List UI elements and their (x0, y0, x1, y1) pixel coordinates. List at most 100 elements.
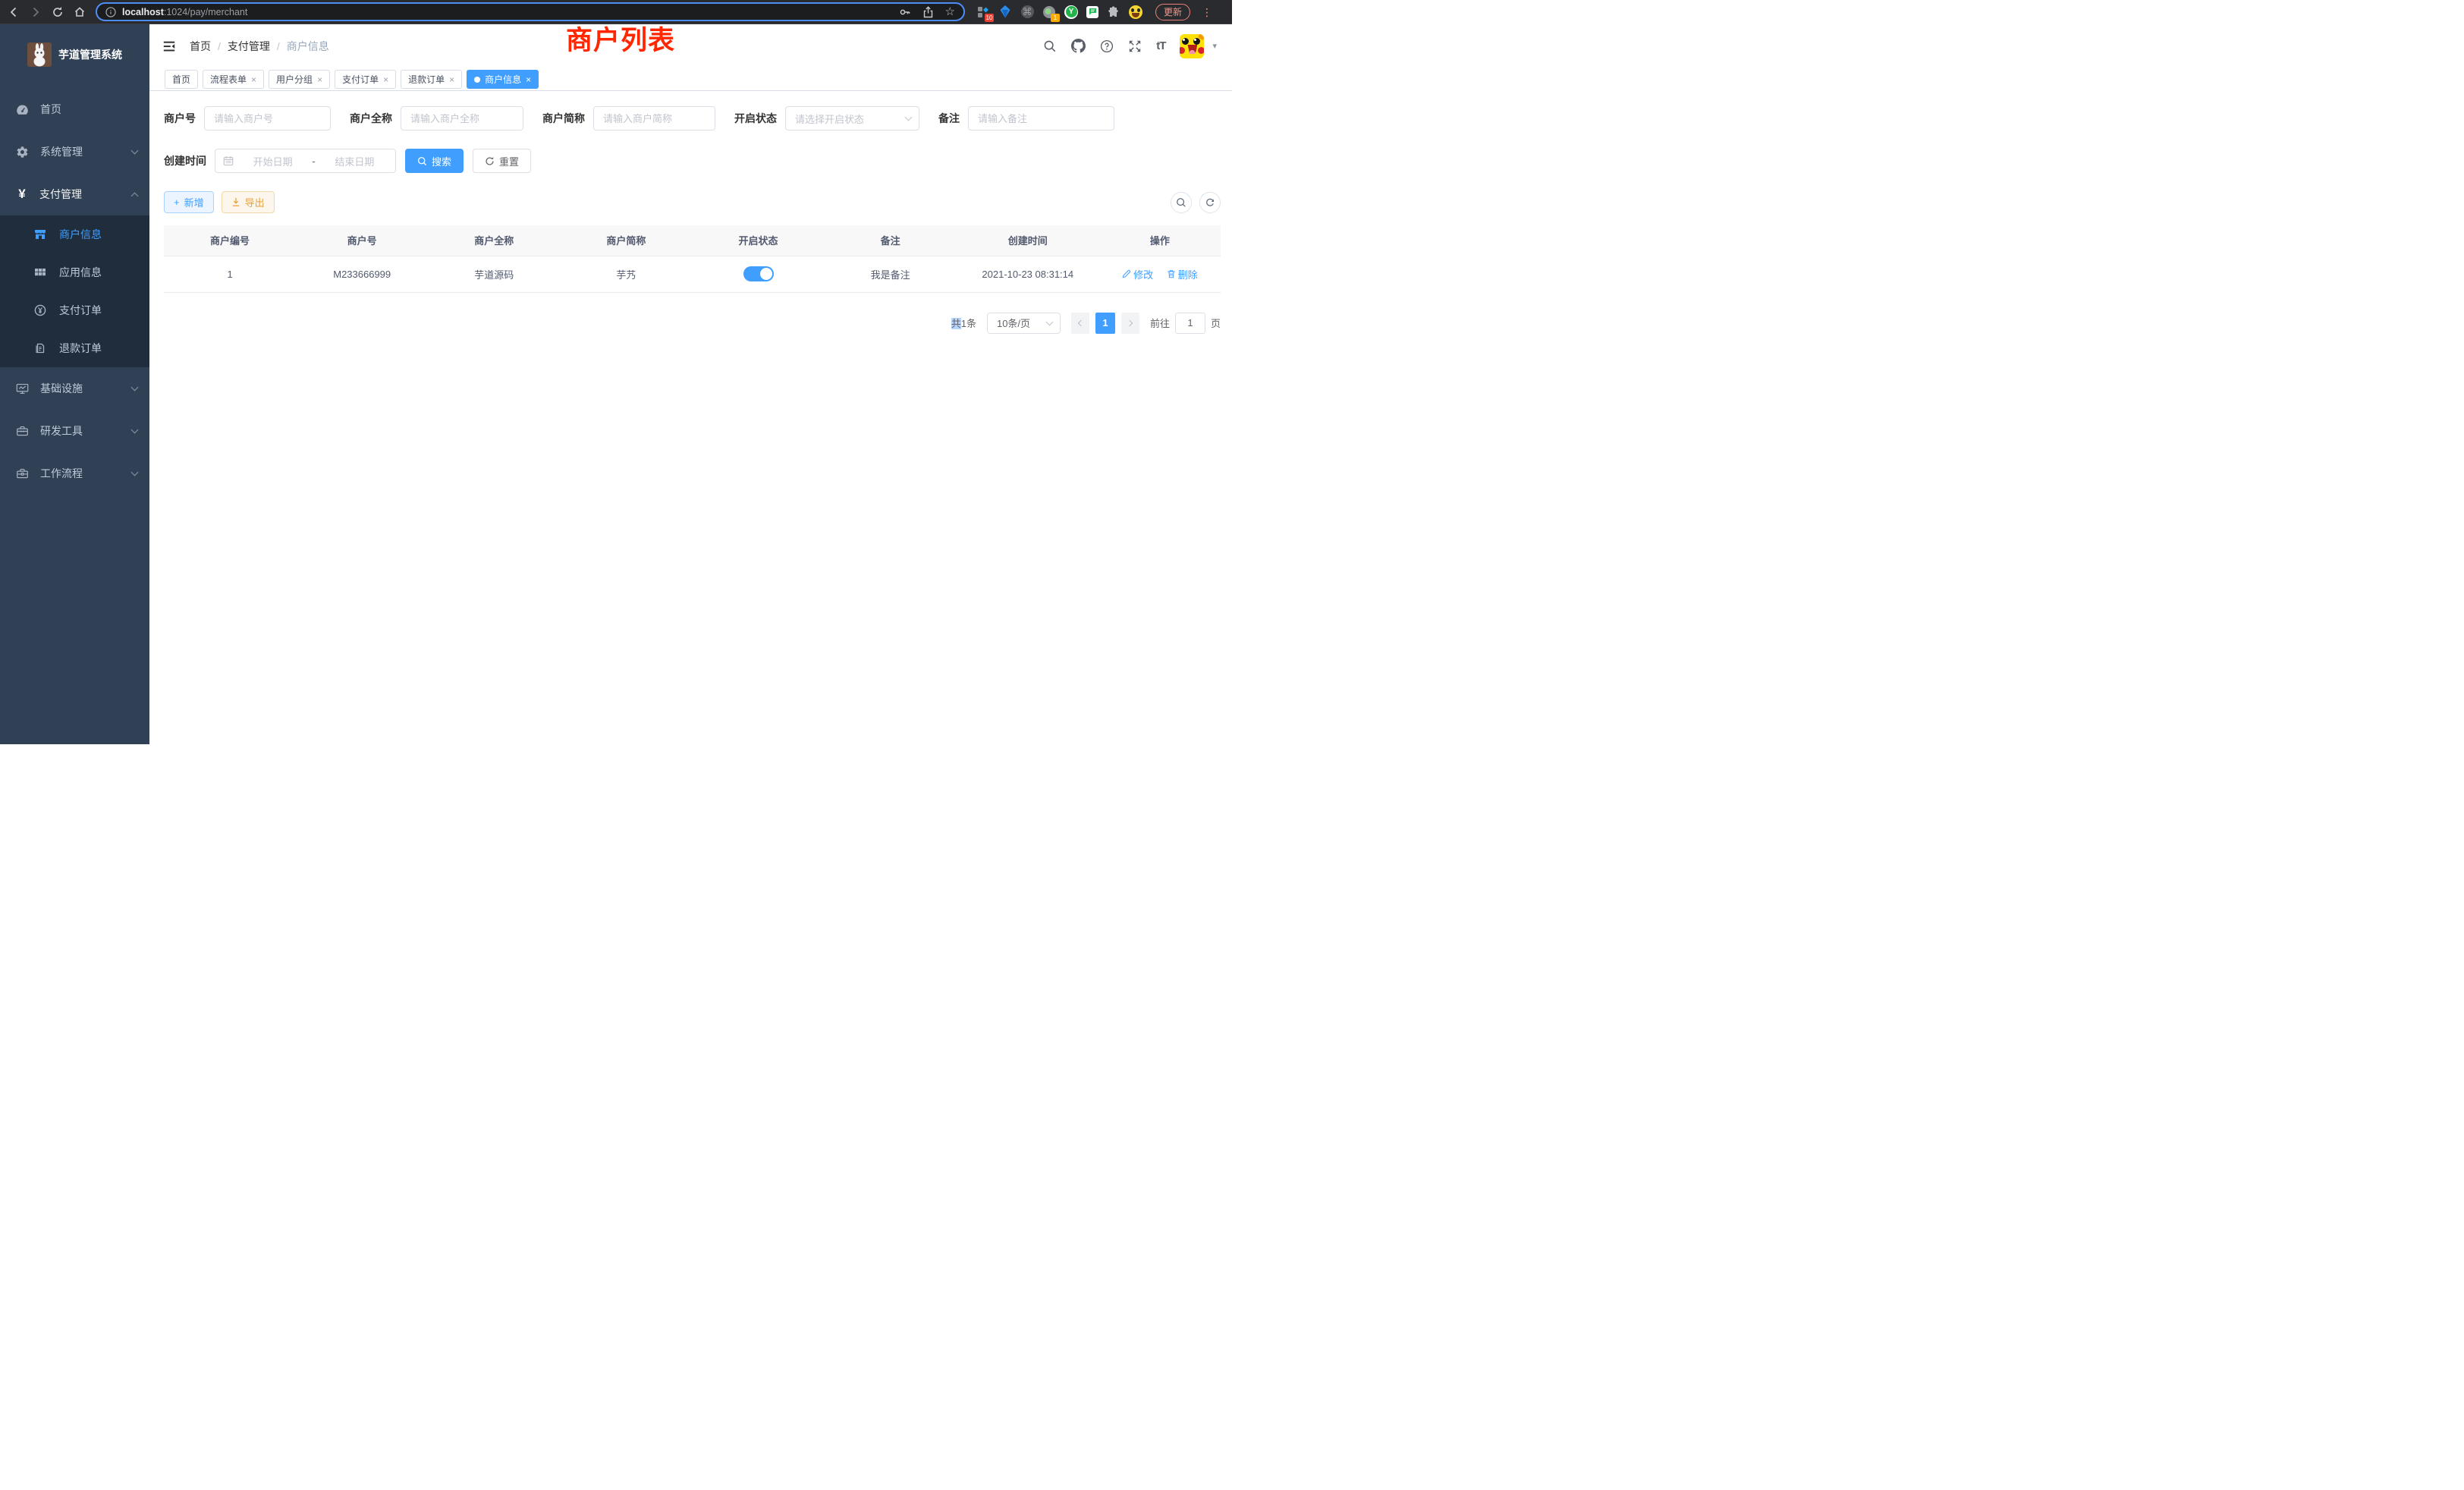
delete-link[interactable]: 删除 (1167, 267, 1198, 281)
tab-merchant-info[interactable]: 商户信息 × (467, 70, 539, 89)
tab-refund-order[interactable]: 退款订单 × (401, 70, 462, 89)
sidebar-item-label: 基础设施 (40, 381, 83, 396)
export-button[interactable]: 导出 (222, 191, 275, 213)
date-range-input[interactable]: 开始日期 - 结束日期 (215, 149, 396, 173)
sidebar-item-label: 支付管理 (39, 187, 82, 202)
sidebar-item-app-info[interactable]: 应用信息 (0, 253, 149, 291)
merchant-name-input[interactable] (401, 106, 523, 130)
col-status: 开启状态 (693, 225, 825, 256)
site-info-icon[interactable] (105, 7, 116, 17)
table-toolbar: + 新增 导出 (164, 191, 1221, 213)
header-search-icon[interactable] (1043, 39, 1057, 53)
col-merchant-no: 商户号 (296, 225, 428, 256)
extensions-puzzle-icon[interactable] (1107, 5, 1120, 19)
table-header-row: 商户编号 商户号 商户全称 商户简称 开启状态 备注 创建时间 操作 (164, 225, 1221, 256)
sidebar-item-payment[interactable]: ¥ 支付管理 (0, 173, 149, 215)
tab-close-icon[interactable]: × (449, 75, 454, 84)
browser-reload-icon[interactable] (52, 6, 64, 18)
edit-link[interactable]: 修改 (1122, 267, 1153, 281)
status-toggle[interactable] (743, 266, 774, 281)
password-key-icon[interactable] (899, 6, 911, 18)
prev-page-button[interactable] (1071, 313, 1089, 334)
status-select[interactable]: 请选择开启状态 (785, 106, 919, 130)
bookmark-star-icon[interactable]: ☆ (945, 6, 955, 17)
address-bar[interactable]: localhost:1024/pay/merchant ☆ (96, 2, 965, 21)
filter-row-2: 创建时间 开始日期 - 结束日期 搜索 重置 (164, 149, 1221, 173)
plus-icon: + (174, 196, 180, 208)
avatar-caret-icon[interactable]: ▾ (1212, 41, 1217, 51)
tab-user-group[interactable]: 用户分组 × (269, 70, 330, 89)
sidebar-item-pay-order[interactable]: 支付订单 (0, 291, 149, 329)
download-icon (231, 197, 240, 207)
goto-page-input[interactable] (1175, 313, 1205, 334)
fullscreen-icon[interactable] (1128, 39, 1142, 53)
tab-close-icon[interactable]: × (383, 75, 388, 84)
breadcrumb-home[interactable]: 首页 (190, 39, 211, 54)
tab-close-icon[interactable]: × (251, 75, 256, 84)
y-extension-icon[interactable]: Y (1064, 5, 1078, 19)
app-logo[interactable]: 芋道管理系统 (0, 35, 149, 74)
sidebar-fold-icon[interactable] (162, 39, 176, 53)
merchant-no-input[interactable] (204, 106, 331, 130)
vimium-icon[interactable] (998, 5, 1012, 19)
cell-short-name: 芋艿 (560, 256, 692, 292)
page-unit-label: 页 (1211, 316, 1221, 330)
col-short-name: 商户简称 (560, 225, 692, 256)
monitor-chart-icon (16, 382, 29, 395)
sidebar-item-dev-tools[interactable]: 研发工具 (0, 410, 149, 452)
tab-process-form[interactable]: 流程表单 × (203, 70, 264, 89)
edit-pencil-icon (1122, 269, 1131, 278)
breadcrumb-payment[interactable]: 支付管理 (228, 39, 270, 54)
breadcrumb: 首页 / 支付管理 / 商户信息 (190, 39, 329, 54)
cell-merchant-no: M233666999 (296, 256, 428, 292)
browser-forward-icon[interactable] (30, 6, 42, 18)
sidebar-item-merchant-info[interactable]: 商户信息 (0, 215, 149, 253)
sidebar-item-workflow[interactable]: 工作流程 (0, 452, 149, 495)
sidebar-item-system[interactable]: 系统管理 (0, 130, 149, 173)
sidebar-item-home[interactable]: 首页 (0, 88, 149, 130)
extension-badge: 1 (1051, 14, 1060, 22)
tab-close-icon[interactable]: × (317, 75, 322, 84)
tab-pay-order[interactable]: 支付订单 × (335, 70, 396, 89)
emoji-extension-icon[interactable] (1129, 5, 1142, 19)
tab-home[interactable]: 首页 (165, 70, 198, 89)
tab-close-icon[interactable]: × (526, 75, 531, 84)
show-search-toggle-button[interactable] (1171, 192, 1192, 213)
command-extension-icon[interactable]: ⌘ (1020, 5, 1034, 19)
merchant-table: 商户编号 商户号 商户全称 商户简称 开启状态 备注 创建时间 操作 1 M23… (164, 225, 1221, 293)
page-number-button[interactable]: 1 (1095, 313, 1115, 334)
search-button[interactable]: 搜索 (405, 149, 464, 173)
browser-update-button[interactable]: 更新 (1155, 4, 1190, 20)
add-button[interactable]: + 新增 (164, 191, 214, 213)
calendar-icon (223, 156, 234, 166)
proxy-extension-icon[interactable]: 1 (1042, 5, 1056, 19)
reset-button[interactable]: 重置 (473, 149, 531, 173)
page-size-select[interactable]: 10条/页 (987, 313, 1061, 334)
merchant-short-input[interactable] (593, 106, 715, 130)
refresh-table-button[interactable] (1199, 192, 1221, 213)
next-page-button[interactable] (1121, 313, 1139, 334)
browser-back-icon[interactable] (8, 6, 20, 18)
browser-home-icon[interactable] (74, 6, 86, 18)
chevron-right-icon (1127, 319, 1133, 325)
chevron-down-icon (131, 147, 139, 155)
sidebar-item-label: 首页 (40, 102, 61, 117)
sidebar-item-label: 支付订单 (59, 303, 102, 318)
remark-input[interactable] (968, 106, 1114, 130)
cell-remark: 我是备注 (825, 256, 957, 292)
browser-menu-icon[interactable]: ⋮ (1202, 8, 1212, 16)
avatar[interactable] (1180, 34, 1204, 58)
extension-tiles-icon[interactable]: 10 (976, 5, 990, 19)
refresh-icon (485, 156, 495, 166)
sidebar-item-refund-order[interactable]: 退款订单 (0, 329, 149, 367)
table-row: 1 M233666999 芋道源码 芋艿 我是备注 2021-10-23 08:… (164, 256, 1221, 292)
end-date-placeholder: 结束日期 (322, 154, 388, 168)
share-icon[interactable] (922, 6, 934, 18)
grid-icon (34, 266, 46, 278)
chat-extension-icon[interactable] (1086, 6, 1098, 18)
font-size-icon[interactable]: tT (1156, 39, 1165, 52)
help-icon[interactable] (1100, 39, 1114, 53)
sidebar-item-infrastructure[interactable]: 基础设施 (0, 367, 149, 410)
github-icon[interactable] (1071, 39, 1086, 53)
col-remark: 备注 (825, 225, 957, 256)
